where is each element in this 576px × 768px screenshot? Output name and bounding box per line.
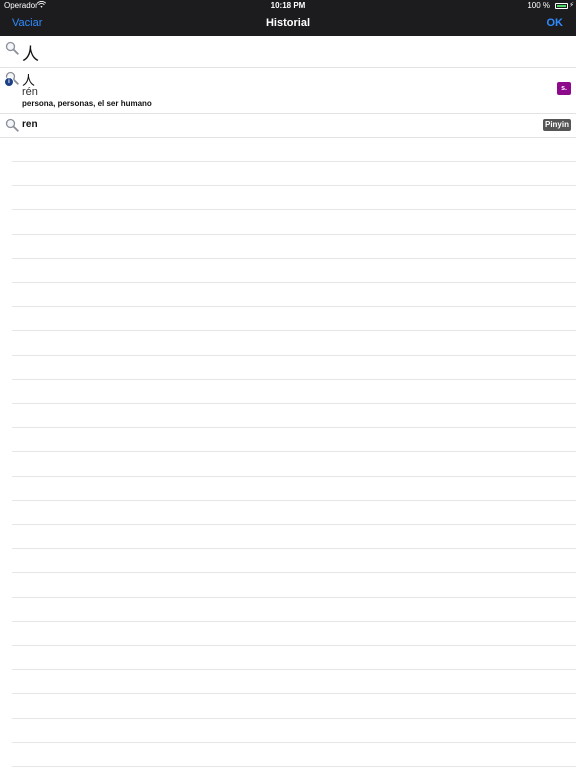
charging-icon: ⚡ <box>569 2 574 9</box>
row-separator <box>12 209 576 210</box>
search-type-badge: Pinyin <box>542 119 571 131</box>
row-separator <box>12 234 576 235</box>
row-separator <box>12 379 576 380</box>
row-separator <box>12 282 576 283</box>
row-separator <box>12 451 576 452</box>
status-bar: Operador 10:18 PM 100 % ⚡ <box>0 0 576 12</box>
row-separator <box>12 524 576 525</box>
history-item[interactable]: 人 <box>0 36 576 68</box>
row-separator <box>12 330 576 331</box>
part-of-speech-badge: s. <box>557 82 571 95</box>
row-separator <box>12 621 576 622</box>
row-separator <box>12 403 576 404</box>
row-separator <box>12 669 576 670</box>
row-separator <box>12 645 576 646</box>
battery-percentage: 100 % <box>527 1 550 10</box>
row-separator <box>12 742 576 743</box>
history-query: 人 <box>22 45 39 65</box>
status-time: 10:18 PM <box>270 1 306 10</box>
row-separator <box>12 548 576 549</box>
row-separator <box>12 185 576 186</box>
page-title: Historial <box>265 17 310 29</box>
row-separator <box>12 306 576 307</box>
history-query: ren <box>22 119 38 130</box>
row-separator <box>12 766 576 767</box>
search-icon <box>5 41 19 55</box>
row-separator <box>12 355 576 356</box>
row-separator <box>12 597 576 598</box>
history-item[interactable]: i 人 rén persona, personas, el ser humano… <box>0 67 576 114</box>
row-separator <box>12 427 576 428</box>
row-separator <box>12 258 576 259</box>
row-separator <box>12 572 576 573</box>
history-item[interactable]: ren Pinyin <box>0 113 576 138</box>
navigation-bar: Vaciar Historial OK <box>0 12 576 36</box>
battery-icon <box>555 3 568 9</box>
row-separator <box>12 693 576 694</box>
info-icon: i <box>4 77 14 87</box>
entry-pinyin: rén <box>22 86 38 98</box>
row-separator <box>12 161 576 162</box>
row-separator <box>12 476 576 477</box>
row-separator <box>12 718 576 719</box>
search-icon <box>5 118 19 132</box>
ok-button[interactable]: OK <box>547 17 564 29</box>
row-separator <box>12 500 576 501</box>
entry-meaning: persona, personas, el ser humano <box>22 99 152 108</box>
